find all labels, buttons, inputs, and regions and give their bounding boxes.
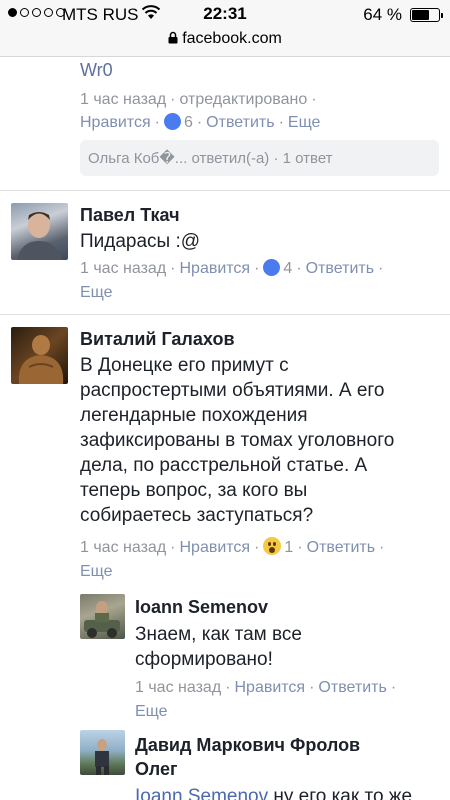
reply-text: Ioann Semenov ну его как то же	[135, 784, 412, 800]
more-button[interactable]: Еще	[288, 114, 321, 131]
comment-actions: Нравится · 6 · Ответить · Еще	[80, 113, 321, 131]
comment-author-name[interactable]: Павел Ткач	[80, 205, 180, 226]
like-button[interactable]: Нравится	[80, 114, 151, 131]
avatar[interactable]	[80, 594, 125, 639]
reply-actions: 1 час назад · Нравится · Ответить ·	[135, 679, 397, 696]
reply-button[interactable]: Ответить	[318, 679, 386, 696]
reply-text-line: Знаем, как там все	[135, 624, 302, 645]
comment-meta: 1 час назад · отредактировано ·	[80, 91, 317, 108]
comment-text-line: зафиксированы в томах уголовного	[80, 430, 395, 451]
reaction-count[interactable]: 1	[284, 539, 293, 556]
comment-time[interactable]: 1 час назад	[80, 91, 166, 108]
status-bar: MTS RUS 22:31 64 %	[0, 0, 450, 30]
reply-author-name-line: Олег	[135, 759, 178, 779]
more-button[interactable]: Еще	[80, 563, 113, 580]
like-count[interactable]: 4	[283, 260, 292, 277]
mention-link[interactable]: Ioann Semenov	[135, 786, 268, 800]
comment-text-line: распростертыми объятиями. А его	[80, 380, 385, 401]
comment-author-name[interactable]: Виталий Галахов	[80, 329, 235, 350]
comment-actions: 1 час назад · Нравится · 4 · Ответить ·	[80, 259, 384, 277]
edited-link[interactable]: отредактировано	[179, 91, 307, 108]
comment-text-line: легендарные похождения	[80, 405, 308, 426]
wow-reaction-icon	[263, 537, 282, 555]
comment-time[interactable]: 1 час назад	[80, 539, 166, 556]
battery-percent: 64 %	[363, 5, 402, 24]
more-button[interactable]: Еще	[135, 703, 168, 720]
avatar[interactable]	[80, 730, 125, 775]
reply-author-name-line: Давид Маркович Фролов	[135, 735, 361, 755]
browser-top-bar: MTS RUS 22:31 64 % facebook.com	[0, 0, 450, 57]
comment-actions-more: Еще	[80, 560, 113, 584]
reply-text-line: сформировано!	[135, 649, 273, 670]
like-button[interactable]: Нравится	[234, 679, 305, 696]
comment-text: Пидарасы :@	[80, 231, 201, 252]
address-bar[interactable]: facebook.com	[0, 30, 450, 49]
comment-text-line: дела, по расстрельной статье. А	[80, 455, 368, 476]
like-button[interactable]: Нравится	[179, 539, 250, 556]
divider	[0, 190, 450, 191]
reply-author-name[interactable]: Ioann Semenov	[135, 597, 268, 618]
reply-button[interactable]: Ответить	[206, 114, 274, 131]
reply-time[interactable]: 1 час назад	[135, 679, 221, 696]
comment-text-line: В Донецке его примут с	[80, 355, 289, 376]
avatar[interactable]	[11, 327, 68, 384]
comment-item: Wr0 1 час назад · отредактировано · Нравитс…	[0, 57, 450, 190]
comment-time[interactable]: 1 час назад	[80, 260, 166, 277]
more-button[interactable]: Еще	[80, 284, 113, 301]
reply-button[interactable]: Ответить	[307, 539, 375, 556]
reply-text: Знаем, как там все сформировано!	[135, 622, 302, 672]
like-reaction-icon	[263, 259, 281, 276]
comment-actions-more: Еще	[80, 281, 113, 305]
comment-text-line: собираетесь заступаться?	[80, 505, 314, 526]
reply-text-start: ну его как то же	[268, 786, 413, 800]
like-count[interactable]: 6	[184, 114, 193, 131]
divider	[0, 314, 450, 315]
comment-actions: 1 час назад · Нравится · 1 · Ответить ·	[80, 537, 385, 556]
reply-actions-more: Еще	[135, 700, 168, 724]
like-button[interactable]: Нравится	[179, 260, 250, 277]
lock-icon	[168, 31, 178, 49]
url-text: facebook.com	[182, 30, 282, 47]
comment-text: В Донецке его примут с распростертыми об…	[80, 353, 440, 528]
comment-text-line: теперь вопрос, за кого вы	[80, 480, 308, 501]
battery-icon	[410, 8, 443, 22]
comment-author-link[interactable]: Wr0	[80, 60, 113, 81]
like-reaction-icon	[163, 113, 181, 130]
avatar[interactable]	[11, 203, 68, 260]
replies-summary[interactable]: Ольга Коб�... ответил(-а) · 1 ответ	[80, 140, 439, 176]
reply-author-name[interactable]: Давид Маркович Фролов Олег	[135, 735, 360, 780]
reply-button[interactable]: Ответить	[306, 260, 374, 277]
